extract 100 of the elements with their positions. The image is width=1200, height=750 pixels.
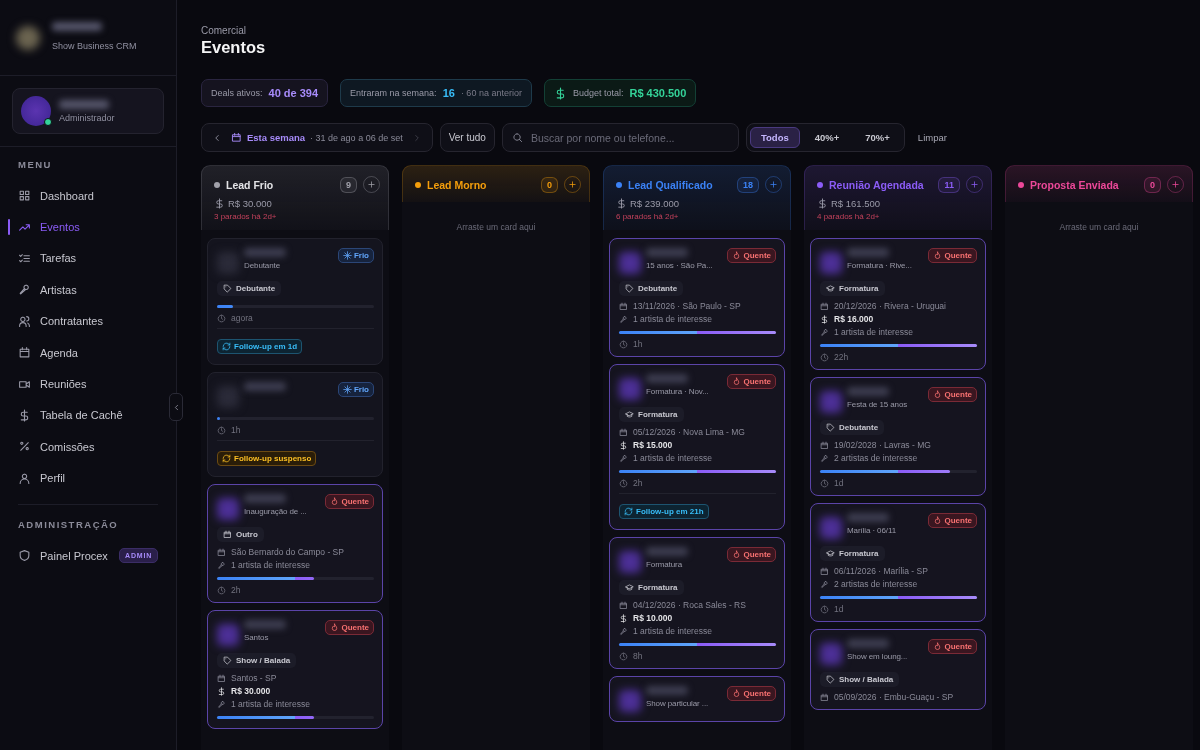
dollar-icon	[820, 314, 829, 324]
microphone-icon	[619, 314, 628, 324]
blurred-avatar	[820, 252, 842, 274]
dollar-icon	[817, 198, 828, 209]
stat-label: Deals ativos:	[211, 88, 263, 98]
microphone-icon	[820, 453, 829, 463]
flame-icon	[933, 390, 943, 399]
deal-card[interactable]: Marília · 06/11 Quente Formatura 06/11/2026 · Marília - SP 2 artistas de interesse 1d	[810, 503, 986, 622]
menu-item[interactable]: Perfil	[10, 462, 166, 494]
column-title: Lead Qualificado	[628, 178, 714, 191]
date-location: 19/02/2028 · Lavras - MG	[834, 440, 931, 450]
snowflake-icon	[342, 385, 352, 394]
temperature-badge: Frio	[337, 248, 374, 263]
menu-item[interactable]: Contratantes	[10, 305, 166, 337]
clock-icon	[217, 585, 226, 595]
deal-subtitle: Formatura	[646, 560, 683, 569]
blurred-name	[244, 494, 286, 503]
filter-button[interactable]: 40%+	[803, 127, 851, 148]
deal-card[interactable]: Frio 1h Follow-up suspenso	[207, 372, 383, 477]
blurred-avatar	[217, 386, 239, 408]
deal-card[interactable]: Show particular ... Quente	[609, 676, 785, 722]
users-icon	[18, 314, 31, 328]
microphone-icon	[217, 560, 226, 570]
blurred-name	[646, 686, 688, 695]
artists-count: 1 artista de interesse	[633, 314, 712, 324]
menu-item[interactable]: Artistas	[10, 274, 166, 306]
clock-icon	[619, 478, 628, 488]
blurred-name	[244, 248, 286, 257]
blurred-name	[847, 639, 889, 648]
deal-card[interactable]: 15 anos · São Pa... Quente Debutante 13/11/2026 · São Paulo - SP 1 artista de interesse 1h	[609, 238, 785, 357]
menu-item[interactable]: Tarefas	[10, 242, 166, 275]
menu-item[interactable]: Dashboard	[10, 180, 166, 212]
user-card[interactable]: Administrador	[12, 88, 164, 134]
tag-icon	[223, 284, 232, 293]
chevron-left-icon	[212, 132, 222, 143]
deal-card[interactable]: Inauguração de ... Quente Outro São Bernardo do Campo - SP 1 artista de interesse 2h	[207, 484, 383, 603]
clock-icon	[820, 352, 829, 362]
menu-item[interactable]: Comissões	[10, 431, 166, 463]
blurred-name	[847, 248, 889, 257]
deal-subtitle: 15 anos · São Pa...	[646, 261, 714, 270]
column-title: Lead Frio	[226, 178, 275, 191]
graduation-cap-icon	[625, 410, 634, 419]
deal-card[interactable]: Show em loung... Quente Show / Balada 05/09/2026 · Embu-Guaçu - SP	[810, 629, 986, 710]
blurred-name	[244, 620, 286, 629]
column-title: Lead Morno	[427, 178, 488, 191]
stale-note: 6 parados há 2d+	[616, 212, 680, 221]
deal-card[interactable]: Formatura · Nov... Quente Formatura 05/12/2026 · Nova Lima - MG R$ 15.000 1 artista de interesse 2h Follow-up em 21h	[609, 364, 785, 530]
blurred-avatar	[820, 643, 842, 665]
see-all-button[interactable]: Ver tudo	[439, 123, 495, 152]
deal-card[interactable]: Festa de 15 anos Quente Debutante 19/02/2028 · Lavras - MG 2 artistas de interesse 1d	[810, 377, 986, 496]
blurred-name	[52, 22, 102, 31]
flame-icon	[933, 642, 943, 651]
deal-subtitle: Show em loung...	[847, 652, 909, 661]
temperature-badge: Quente	[325, 620, 374, 635]
clock-icon	[619, 339, 628, 349]
date-location: 05/12/2026 · Nova Lima - MG	[633, 427, 745, 437]
page-title: Eventos	[201, 38, 267, 57]
deal-card[interactable]: Formatura · Rive... Quente Formatura 20/12/2026 · Rivera - Uruguai R$ 16.000 1 artista de interesse 22h	[810, 238, 986, 370]
deal-card[interactable]: Formatura Quente Formatura 04/12/2026 · Roca Sales - RS R$ 10.000 1 artista de interesse 8h	[609, 537, 785, 669]
clock-icon	[820, 478, 829, 488]
blurred-avatar	[619, 690, 641, 712]
plus-icon	[1171, 180, 1180, 189]
blurred-avatar	[217, 498, 239, 520]
deal-card[interactable]: Debutante Frio Debutante agora Follow-up em 1d	[207, 238, 383, 365]
column-amount: R$ 239.000	[630, 198, 680, 209]
menu-item[interactable]: Reuniões	[10, 368, 166, 400]
clear-button[interactable]: Limpar	[911, 132, 953, 143]
deal-subtitle: Santos	[244, 633, 270, 642]
calendar-icon	[820, 692, 829, 702]
blurred-name	[646, 248, 688, 257]
menu-item[interactable]: Tabela de Cachê	[10, 399, 166, 432]
plus-icon	[970, 180, 979, 189]
snowflake-icon	[342, 251, 352, 260]
week-range: · 31 de ago a 06 de set	[310, 132, 403, 143]
deal-card[interactable]: Santos Quente Show / Balada Santos - SP R$ 30.000 1 artista de interesse	[207, 610, 383, 729]
search-field[interactable]: Buscar por nome ou telefone...	[501, 123, 739, 152]
artists-count: 1 artista de interesse	[633, 453, 712, 463]
blurred-name	[646, 547, 688, 556]
menu-item[interactable]: Eventos	[10, 211, 166, 243]
filter-button[interactable]: 70%+	[854, 127, 901, 148]
event-type-tag: Show / Balada	[217, 653, 297, 668]
date-location: 05/09/2026 · Embu-Guaçu - SP	[834, 692, 954, 702]
artists-count: 2 artistas de interesse	[834, 453, 918, 463]
filter-button[interactable]: Todos	[749, 127, 800, 148]
dollar-icon	[619, 613, 628, 623]
shield-icon	[18, 549, 31, 563]
flame-icon	[732, 689, 742, 698]
graduation-cap-icon	[625, 583, 634, 592]
elapsed-time: 2h	[231, 585, 241, 595]
artists-count: 1 artista de interesse	[231, 699, 310, 709]
temperature-badge: Quente	[727, 547, 776, 562]
calendar-icon	[231, 132, 242, 143]
grid-icon	[18, 189, 31, 203]
stat-note: · 60 na anterior	[460, 88, 522, 98]
event-type-tag: Formatura	[619, 407, 684, 422]
menu-item[interactable]: Agenda	[10, 336, 166, 369]
dollar-icon	[619, 440, 628, 450]
blurred-avatar	[619, 551, 641, 573]
blurred-avatar	[820, 517, 842, 539]
event-type-tag: Formatura	[820, 546, 885, 561]
